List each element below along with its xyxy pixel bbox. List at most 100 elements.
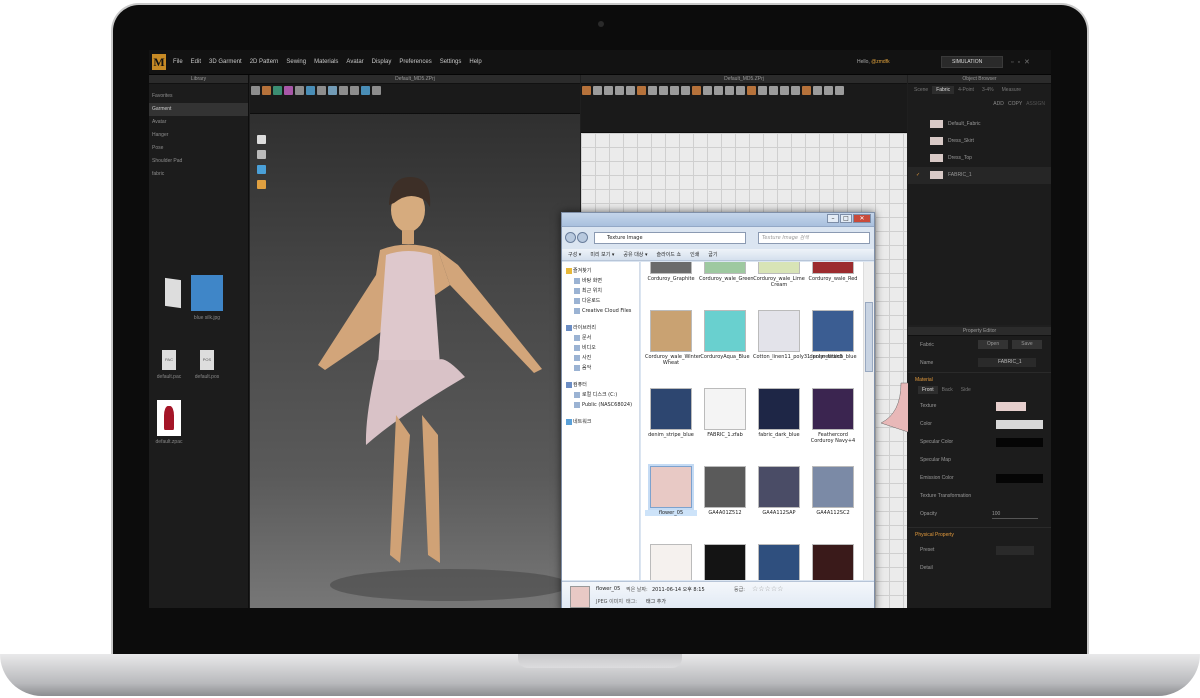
window-controls[interactable]: ▫▫✕ [1011, 58, 1034, 66]
menu-item-settings[interactable]: Settings [440, 59, 462, 65]
scroll-thumb[interactable] [865, 302, 873, 372]
file-tile[interactable]: jergey blue [753, 544, 805, 580]
pattern-tool-icon[interactable] [736, 86, 745, 95]
file-tile[interactable]: GA4A112SAP [753, 466, 805, 516]
file-tile[interactable]: GA4A01Z512 [699, 466, 751, 516]
menu-item-3d-garment[interactable]: 3D Garment [209, 59, 242, 65]
pattern-tool-icon[interactable] [714, 86, 723, 95]
open-button[interactable]: Open [978, 340, 1008, 349]
file-tile[interactable]: images [645, 544, 697, 580]
subtab-back[interactable]: Back [938, 386, 957, 394]
file-tile[interactable]: Corduroy_wale_Winter Wheat [645, 310, 701, 366]
library-item[interactable]: Pose [149, 142, 248, 155]
pattern-tool-icon[interactable] [593, 86, 602, 95]
pattern-tool-icon[interactable] [692, 86, 701, 95]
texture-transformation-row[interactable]: Texture Transformation [908, 487, 1051, 505]
tag-value[interactable]: 태그 추가 [646, 598, 666, 605]
file-tile[interactable]: Corduroy_wale_Red [807, 262, 859, 282]
nav-item[interactable]: 사진 [562, 353, 639, 363]
pattern-tool-icon[interactable] [615, 86, 624, 95]
viewport-3d[interactable]: Default_MD5.ZPrj [250, 75, 580, 608]
file-tile[interactable]: fabric_dark_blue [753, 388, 805, 438]
tool-icon[interactable] [262, 86, 271, 95]
pattern-tool-icon[interactable] [681, 86, 690, 95]
nav-item[interactable]: 음악 [562, 363, 639, 373]
file-tile[interactable]: jergey black [699, 544, 751, 580]
pattern-tool-icon[interactable] [813, 86, 822, 95]
file-tile[interactable]: Corduroy_Graphite [645, 262, 697, 282]
tool-icon[interactable] [295, 86, 304, 95]
pattern-tool-icon[interactable] [791, 86, 800, 95]
command-item[interactable]: 슬라이드 쇼 [657, 252, 682, 258]
tool-icon[interactable] [350, 86, 359, 95]
file-tile[interactable]: denim_lattice_blue [807, 310, 859, 360]
material-section[interactable]: Material [908, 372, 1051, 386]
command-item[interactable]: 구성 ▾ [568, 252, 581, 258]
tab-4-point[interactable]: 4-Point [954, 86, 978, 94]
avatar-figure[interactable] [250, 115, 580, 608]
maximize-icon[interactable]: □ [840, 214, 852, 223]
pattern-tool-icon[interactable] [659, 86, 668, 95]
texture-swatch[interactable] [996, 402, 1026, 411]
rating-stars[interactable]: ☆☆☆☆☆ [752, 585, 783, 593]
name-field[interactable]: FABRIC_1 [978, 358, 1036, 367]
vertical-scrollbar[interactable] [863, 262, 874, 580]
nav-group[interactable]: 네트워크 [562, 417, 639, 427]
pattern-tool-icon[interactable] [637, 86, 646, 95]
subtab-side[interactable]: Side [957, 386, 975, 394]
library-item[interactable]: fabric [149, 168, 248, 181]
tool-icon[interactable] [251, 86, 260, 95]
tool-icon[interactable] [339, 86, 348, 95]
library-item[interactable]: Shoulder Pad [149, 155, 248, 168]
menu-item-materials[interactable]: Materials [314, 59, 338, 65]
file-tile[interactable]: Cotton_linen11_poly31_polyrethan5 [753, 310, 843, 360]
user-name[interactable]: @zmdfk [871, 59, 889, 65]
tool-icon[interactable] [328, 86, 337, 95]
nav-item[interactable]: 비디오 [562, 343, 639, 353]
library-thumb[interactable]: PAC default.pac [149, 350, 189, 380]
tool-icon[interactable] [284, 86, 293, 95]
file-tile[interactable]: Corduroy_wale_Green [699, 262, 754, 282]
menu-item-2d-pattern[interactable]: 2D Pattern [250, 59, 279, 65]
pattern-tool-icon[interactable] [824, 86, 833, 95]
pattern-tool-icon[interactable] [582, 86, 591, 95]
pattern-tool-icon[interactable] [835, 86, 844, 95]
menu-item-avatar[interactable]: Avatar [346, 59, 363, 65]
pattern-tool-icon[interactable] [626, 86, 635, 95]
file-tile[interactable]: GA4A112SC2 [807, 466, 859, 516]
command-item[interactable]: 미리 보기 ▾ [590, 252, 614, 258]
pattern-tool-icon[interactable] [604, 86, 613, 95]
pattern-tool-icon[interactable] [780, 86, 789, 95]
file-tile[interactable]: Feathercord Corduroy Navy+4 [807, 388, 859, 444]
tab-3-4-[interactable]: 3-4% [978, 86, 998, 94]
fabric-item[interactable]: Dress_Top [908, 150, 1051, 167]
emission-color-swatch[interactable] [996, 474, 1043, 483]
minimize-icon[interactable]: – [827, 214, 839, 223]
pattern-tool-icon[interactable] [648, 86, 657, 95]
back-icon[interactable] [565, 232, 576, 243]
menu-item-display[interactable]: Display [372, 59, 392, 65]
detail-row[interactable]: Detail [908, 559, 1051, 577]
pattern-tool-icon[interactable] [703, 86, 712, 95]
pattern-tool-icon[interactable] [747, 86, 756, 95]
menu-item-help[interactable]: Help [469, 59, 481, 65]
nav-group[interactable]: 라이브러리 [562, 323, 639, 333]
file-tile[interactable]: jergey brown [807, 544, 859, 580]
nav-group[interactable]: 즐겨찾기 [562, 266, 639, 276]
pattern-tool-icon[interactable] [670, 86, 679, 95]
library-item[interactable]: Avatar [149, 116, 248, 129]
menu-item-sewing[interactable]: Sewing [286, 59, 306, 65]
fabric-item[interactable]: ✓ FABRIC_1 [908, 167, 1051, 184]
menu-item-edit[interactable]: Edit [191, 59, 201, 65]
library-item[interactable]: Favorites [149, 90, 248, 103]
tool-icon[interactable] [361, 86, 370, 95]
add-button[interactable]: ADD [993, 101, 1004, 107]
library-thumb[interactable]: default.zpac [149, 400, 189, 445]
library-item[interactable]: Garment [149, 103, 248, 116]
forward-icon[interactable] [577, 232, 588, 243]
menu-item-file[interactable]: File [173, 59, 183, 65]
nav-item[interactable]: 최근 위치 [562, 286, 639, 296]
nav-group[interactable]: 컴퓨터 [562, 380, 639, 390]
library-thumb[interactable]: blue silk.jpg [187, 275, 227, 321]
close-icon[interactable]: ✕ [853, 214, 871, 223]
